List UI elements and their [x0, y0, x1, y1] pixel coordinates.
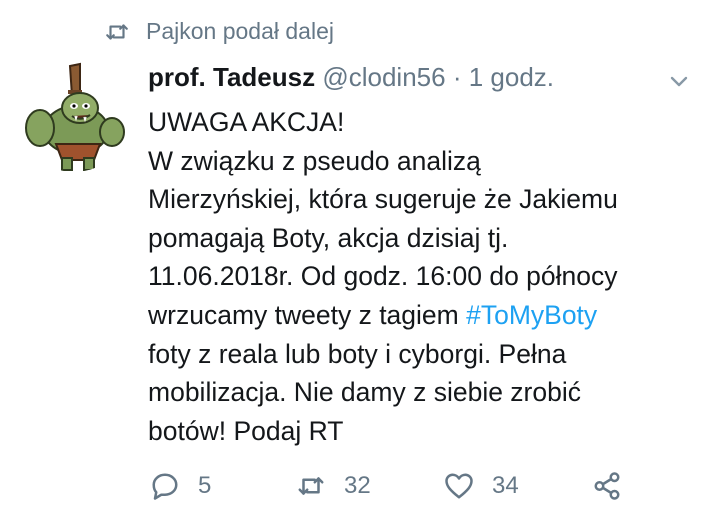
tweet-actions: 5 32 34 [0, 471, 705, 511]
heart-icon [445, 473, 473, 499]
retweet-context-text: Pajkon podał dalej [146, 18, 334, 44]
share-button[interactable] [592, 471, 640, 501]
retweet-count: 32 [344, 472, 371, 499]
tweet-line: foty z reala lub boty i cyborgi. Pełna [148, 338, 567, 369]
tweet-line-prefix: wrzucamy tweety z tagiem [148, 299, 467, 330]
reply-icon [152, 473, 178, 500]
chevron-down-icon[interactable] [664, 70, 694, 94]
tweet-line: UWAGA AKCJA! [148, 107, 345, 137]
retweet-icon [298, 477, 324, 495]
tweet-header: prof. Tadeusz @clodin56 · 1 godz. [148, 62, 554, 93]
like-button[interactable]: 34 [444, 471, 519, 501]
reply-count: 5 [198, 472, 212, 499]
author-handle[interactable]: @clodin56 [322, 62, 445, 92]
retweet-button[interactable]: 32 [296, 471, 371, 501]
tweet-line: mobilizacja. Nie damy z siebie zrobić [148, 377, 581, 408]
tweet-line: botów! Podaj RT [148, 415, 344, 446]
retweet-icon [106, 23, 128, 40]
tweet-line: 11.06.2018r. Od godz. 16:00 do północy [148, 261, 618, 292]
tweet-line: Mierzyńskiej, która sugeruje że Jakiemu [148, 184, 618, 215]
tweet-time[interactable]: 1 godz. [469, 62, 554, 92]
author-name[interactable]: prof. Tadeusz [148, 62, 315, 92]
tweet-line: pomagają Boty, akcja dzisiaj tj. [148, 222, 509, 253]
tweet-line: wrzucamy tweety z tagiem #ToMyBoty [148, 296, 693, 335]
hashtag-link[interactable]: #ToMyBoty [466, 300, 597, 330]
share-icon [594, 472, 620, 500]
like-count: 34 [492, 472, 519, 499]
meta-separator: · [452, 62, 462, 92]
tweet-text: UWAGA AKCJA! W związku z pseudo analizą … [148, 103, 693, 450]
tweet-line: W związku z pseudo analizą [148, 145, 481, 176]
avatar[interactable] [18, 60, 130, 172]
retweet-context[interactable]: Pajkon podał dalej [104, 18, 334, 45]
reply-button[interactable]: 5 [150, 471, 211, 501]
troll-avatar-image [25, 62, 125, 171]
